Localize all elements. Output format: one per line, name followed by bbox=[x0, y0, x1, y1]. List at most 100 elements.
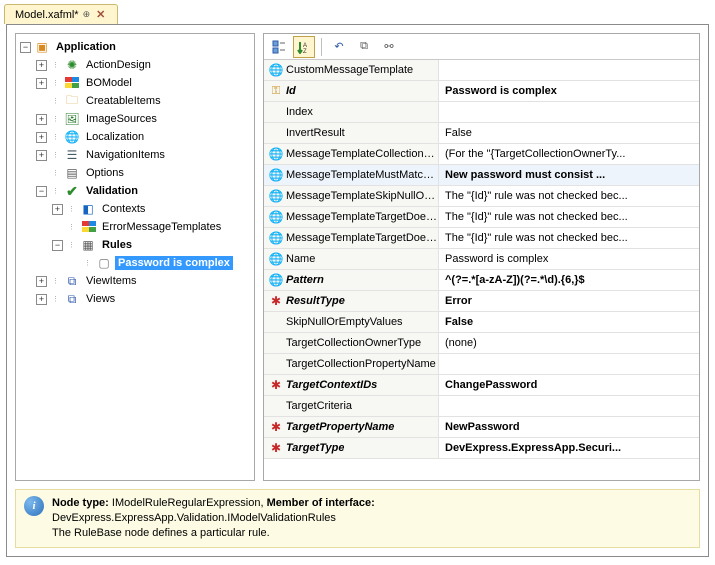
property-value[interactable]: The "{Id}" rule was not checked bec... bbox=[439, 211, 699, 223]
tree-node-validation[interactable]: − ⋮ ✔ Validation bbox=[34, 182, 252, 200]
tree-node-navigationitems[interactable]: + ⋮ ☰ NavigationItems bbox=[34, 146, 252, 164]
collapse-icon[interactable]: − bbox=[52, 240, 63, 251]
property-name: TargetType bbox=[286, 442, 344, 454]
property-row[interactable]: TargetCriteria bbox=[264, 396, 699, 417]
property-row[interactable]: 🌐MessageTemplateMustMatchPattNew passwor… bbox=[264, 165, 699, 186]
star-icon: ✱ bbox=[268, 440, 284, 456]
property-value[interactable]: The "{Id}" rule was not checked bec... bbox=[439, 190, 699, 202]
property-row[interactable]: 🌐MessageTemplateCollectionValida(For the… bbox=[264, 144, 699, 165]
tab-bar: Model.xafml* ⊕ ✕ bbox=[0, 0, 715, 24]
expand-icon[interactable]: + bbox=[36, 150, 47, 161]
property-value[interactable]: DevExpress.ExpressApp.Securi... bbox=[439, 442, 699, 454]
tree-node-rule-password[interactable]: ⋮ ▢ Password is complex bbox=[66, 254, 252, 272]
link-button[interactable]: ⚯ bbox=[378, 36, 400, 58]
property-value[interactable]: False bbox=[439, 127, 699, 139]
property-value[interactable]: Password is complex bbox=[439, 253, 699, 265]
globe-icon: 🌐 bbox=[268, 230, 284, 246]
globe-icon: 🌐 bbox=[268, 188, 284, 204]
expand-icon[interactable]: + bbox=[36, 276, 47, 287]
tree-node-actiondesign[interactable]: + ⋮ ✺ ActionDesign bbox=[34, 56, 252, 74]
tab-model[interactable]: Model.xafml* ⊕ ✕ bbox=[4, 4, 118, 24]
tree-view[interactable]: − ▣ Application + ⋮ ✺ ActionDesign + bbox=[15, 33, 255, 481]
property-toolbar: AZ ↶ ⧉ ⚯ bbox=[264, 34, 699, 60]
property-value[interactable]: ^(?=.*[a-zA-Z])(?=.*\d).{6,}$ bbox=[439, 274, 699, 286]
tab-title: Model.xafml* bbox=[15, 9, 79, 21]
property-name: MessageTemplateSkipNullOrEmpt bbox=[286, 190, 438, 202]
property-name: CustomMessageTemplate bbox=[286, 64, 413, 76]
tree-node-creatableitems[interactable]: ⋮ 🗀 CreatableItems bbox=[34, 92, 252, 110]
tree-node-views[interactable]: + ⋮ ⧉ Views bbox=[34, 290, 252, 308]
tree-node-options[interactable]: ⋮ ▤ Options bbox=[34, 164, 252, 182]
expand-icon[interactable]: + bbox=[36, 294, 47, 305]
property-value[interactable]: New password must consist ... bbox=[439, 169, 699, 181]
globe-icon: 🌐 bbox=[268, 146, 284, 162]
property-row[interactable]: 🌐MessageTemplateSkipNullOrEmptThe "{Id}"… bbox=[264, 186, 699, 207]
property-row[interactable]: ✱TargetType DevExpress.ExpressApp.Securi.… bbox=[264, 438, 699, 459]
expand-icon[interactable]: + bbox=[36, 78, 47, 89]
property-value[interactable]: Password is complex bbox=[439, 85, 699, 97]
property-row[interactable]: 🌐NamePassword is complex bbox=[264, 249, 699, 270]
viewitems-icon: ⧉ bbox=[64, 273, 80, 289]
property-name: MessageTemplateTargetDoesNot bbox=[286, 211, 438, 223]
categorize-button[interactable] bbox=[268, 36, 290, 58]
pin-icon[interactable]: ⊕ bbox=[83, 9, 91, 20]
tree-node-localization[interactable]: + ⋮ 🌐 Localization bbox=[34, 128, 252, 146]
info-text: Node type: IModelRuleRegularExpression, … bbox=[52, 496, 375, 541]
star-icon: ✱ bbox=[268, 419, 284, 435]
property-value[interactable]: The "{Id}" rule was not checked bec... bbox=[439, 232, 699, 244]
property-value[interactable]: (For the "{TargetCollectionOwnerTy... bbox=[439, 148, 699, 160]
svg-text:Z: Z bbox=[303, 49, 307, 54]
expand-icon[interactable]: + bbox=[36, 60, 47, 71]
property-row[interactable]: 🌐Pattern^(?=.*[a-zA-Z])(?=.*\d).{6,}$ bbox=[264, 270, 699, 291]
property-row[interactable]: 🌐MessageTemplateTargetDoesNotThe "{Id}" … bbox=[264, 207, 699, 228]
tree-root[interactable]: − ▣ Application bbox=[18, 38, 252, 56]
tree-node-contexts[interactable]: + ⋮ ◧ Contexts bbox=[50, 200, 252, 218]
close-icon[interactable]: ✕ bbox=[94, 8, 107, 21]
tree-node-bomodel[interactable]: + ⋮ BOModel bbox=[34, 74, 252, 92]
globe-icon: 🌐 bbox=[64, 129, 80, 145]
property-row[interactable]: TargetCollectionOwnerType(none) bbox=[264, 333, 699, 354]
expand-icon[interactable]: + bbox=[36, 132, 47, 143]
globe-icon: 🌐 bbox=[268, 167, 284, 183]
expand-icon[interactable]: + bbox=[52, 204, 63, 215]
property-value[interactable]: ChangePassword bbox=[439, 379, 699, 391]
property-value[interactable]: (none) bbox=[439, 337, 699, 349]
copy-button[interactable]: ⧉ bbox=[353, 36, 375, 58]
property-row[interactable]: 🌐MessageTemplateTargetDoesNotThe "{Id}" … bbox=[264, 228, 699, 249]
tree-node-imagesources[interactable]: + ⋮ 🖼 ImageSources bbox=[34, 110, 252, 128]
tree-node-viewitems[interactable]: + ⋮ ⧉ ViewItems bbox=[34, 272, 252, 290]
tree-node-rules[interactable]: − ⋮ ▦ Rules bbox=[50, 236, 252, 254]
collapse-icon[interactable]: − bbox=[36, 186, 47, 197]
blank-icon bbox=[268, 314, 284, 330]
property-rows[interactable]: 🌐CustomMessageTemplate⚿IdPassword is com… bbox=[264, 60, 699, 480]
tree-connector: ⋮ bbox=[50, 61, 61, 69]
blank-icon bbox=[268, 398, 284, 414]
property-row[interactable]: ✱ResultTypeError bbox=[264, 291, 699, 312]
property-row[interactable]: ⚿IdPassword is complex bbox=[264, 81, 699, 102]
context-icon: ◧ bbox=[80, 201, 96, 217]
property-row[interactable]: SkipNullOrEmptyValuesFalse bbox=[264, 312, 699, 333]
tree-label-application: Application bbox=[53, 40, 119, 54]
action-icon: ✺ bbox=[64, 57, 80, 73]
property-row[interactable]: ✱TargetPropertyNameNewPassword bbox=[264, 417, 699, 438]
info-icon: i bbox=[24, 496, 44, 516]
key-icon: ⚿ bbox=[268, 83, 284, 99]
property-name: TargetContextIDs bbox=[286, 379, 377, 391]
property-value[interactable]: Error bbox=[439, 295, 699, 307]
collapse-icon[interactable]: − bbox=[20, 42, 31, 53]
property-row[interactable]: ✱TargetContextIDsChangePassword bbox=[264, 375, 699, 396]
property-row[interactable]: InvertResultFalse bbox=[264, 123, 699, 144]
application-icon: ▣ bbox=[34, 39, 50, 55]
property-row[interactable]: 🌐CustomMessageTemplate bbox=[264, 60, 699, 81]
property-value[interactable]: NewPassword bbox=[439, 421, 699, 433]
property-value[interactable]: False bbox=[439, 316, 699, 328]
sort-az-button[interactable]: AZ bbox=[293, 36, 315, 58]
property-row[interactable]: TargetCollectionPropertyName bbox=[264, 354, 699, 375]
rule-icon: ▢ bbox=[96, 255, 112, 271]
info-bar: i Node type: IModelRuleRegularExpression… bbox=[15, 489, 700, 548]
tree-node-errortemplates[interactable]: ⋮ ErrorMessageTemplates bbox=[50, 218, 252, 236]
undo-button[interactable]: ↶ bbox=[328, 36, 350, 58]
property-row[interactable]: Index bbox=[264, 102, 699, 123]
bomodel-icon bbox=[64, 75, 80, 91]
expand-icon[interactable]: + bbox=[36, 114, 47, 125]
